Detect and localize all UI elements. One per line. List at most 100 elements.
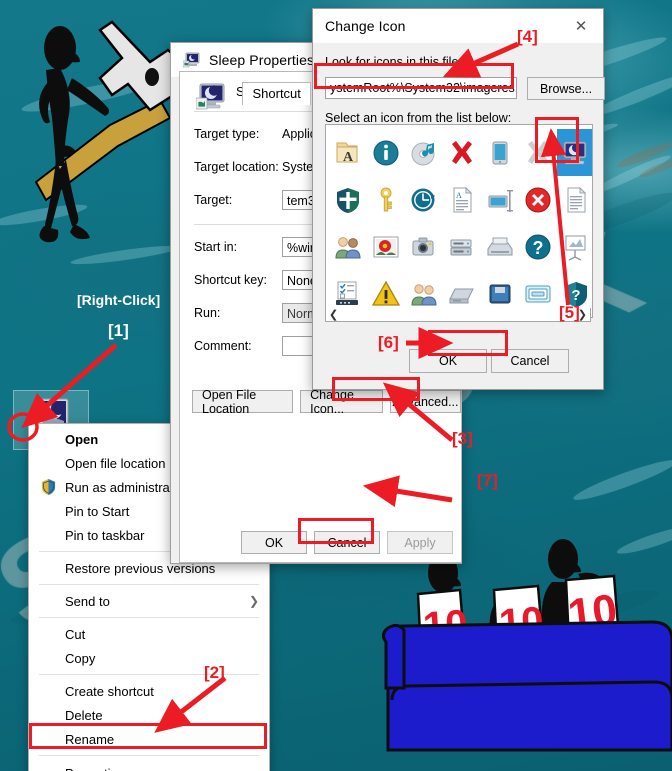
red-x-icon — [452, 140, 472, 164]
change-icon-button[interactable]: Change Icon... — [300, 388, 383, 416]
dialog-footer[interactable]: OK Cancel Apply — [241, 531, 453, 554]
icon-cell-photo-flower[interactable] — [367, 223, 405, 270]
window-layers-icon — [525, 285, 551, 302]
menu-item-label: Delete — [65, 707, 103, 723]
cancel-button[interactable]: Cancel — [314, 531, 380, 554]
icon-cell-scanner[interactable] — [481, 223, 519, 270]
apply-button[interactable]: Apply — [387, 531, 453, 554]
menu-item-cut[interactable]: Cut — [29, 622, 269, 646]
camera-icon — [412, 237, 434, 255]
menu-item-send-to[interactable]: Send to ❯ — [29, 589, 269, 613]
field-label: Target: — [194, 193, 233, 207]
monitor-sleep-icon — [563, 141, 587, 164]
users-icon — [411, 283, 437, 305]
icon-cell-grey-x[interactable] — [519, 129, 557, 176]
tab-shortcut[interactable]: Shortcut — [242, 82, 311, 105]
step-3-label: [3] — [452, 429, 473, 448]
teal-question-icon: ? — [525, 234, 551, 259]
step-7-label: [7] — [477, 471, 498, 490]
red-x-circle-icon — [525, 187, 551, 212]
icon-cell-red-x[interactable] — [443, 129, 481, 176]
info-circle-icon — [373, 140, 399, 165]
svg-text:?: ? — [571, 287, 580, 304]
chevron-left-icon[interactable]: ❮ — [329, 308, 338, 321]
step-4-label: [4] — [517, 27, 538, 46]
checklist-icon — [336, 281, 358, 305]
icon-list-scrollbar[interactable]: ❮ ❯ — [325, 308, 591, 322]
menu-item-delete[interactable]: Delete — [29, 703, 269, 727]
dialog-titlebar: Change Icon ✕ — [313, 9, 603, 43]
shortcut-monitor-icon — [183, 52, 200, 68]
folder-font-icon: A — [336, 142, 358, 165]
field-label: Target location: — [194, 160, 279, 174]
change-icon-dialog[interactable]: Change Icon ✕ Look for icons in this fil… — [312, 8, 605, 390]
menu-item-label: Open file location — [65, 455, 166, 471]
field-value: Applic — [282, 127, 317, 141]
step-2-label: [2] — [204, 663, 225, 682]
browse-button[interactable]: Browse... — [527, 77, 605, 100]
icon-list-box[interactable]: A A ? ? — [325, 124, 593, 318]
icon-cell-people[interactable] — [329, 223, 367, 270]
shortcut-monitor-icon — [196, 83, 225, 110]
document-lines-icon — [567, 186, 587, 212]
field-label: Comment: — [194, 339, 252, 353]
menu-item-rename[interactable]: Rename — [29, 727, 269, 751]
icon-cell-tablet[interactable] — [481, 129, 519, 176]
menu-item-properties[interactable]: Properties — [29, 760, 269, 771]
icon-cell-screen-presentation[interactable] — [481, 176, 519, 223]
menu-item-create-shortcut[interactable]: Create shortcut — [29, 679, 269, 703]
menu-item-copy[interactable]: Copy — [29, 646, 269, 670]
field-label: Run: — [194, 306, 221, 320]
right-click-label: [Right-Click] — [77, 292, 161, 308]
icon-cell-info[interactable] — [367, 129, 405, 176]
icon-cell-flipchart[interactable] — [557, 223, 592, 270]
step-1-label: [1] — [108, 321, 129, 340]
window-title: Sleep Properties — [209, 52, 315, 68]
icon-cell-teal-question[interactable]: ? — [519, 223, 557, 270]
open-file-location-button[interactable]: Open File Location — [192, 388, 294, 416]
shortcut-action-buttons[interactable]: Open File Location Change Icon... Advanc… — [192, 388, 461, 416]
icon-grid[interactable]: A A ? ? — [326, 125, 592, 317]
icon-cell-document-text[interactable]: A — [443, 176, 481, 223]
close-icon[interactable]: ✕ — [559, 11, 603, 41]
menu-item-label: Run as administrator — [65, 479, 185, 495]
cancel-button[interactable]: Cancel — [491, 349, 569, 373]
icon-cell-folder-font[interactable]: A — [329, 129, 367, 176]
menu-item-label: Copy — [65, 650, 96, 666]
icon-cell-monitor-sleep[interactable] — [557, 129, 592, 176]
field-label: Shortcut key: — [194, 273, 267, 287]
ok-button[interactable]: OK — [409, 349, 487, 373]
cd-music-icon — [411, 142, 435, 165]
menu-item-label: Pin to Start — [65, 503, 130, 519]
drive-icon — [449, 288, 474, 303]
step-6-label: [6] — [378, 333, 399, 352]
menu-item-label: Cut — [65, 626, 86, 642]
server-icon — [450, 239, 472, 255]
icon-cell-key[interactable] — [367, 176, 405, 223]
flipchart-icon — [565, 235, 586, 261]
menu-item-label: Pin to taskbar — [65, 527, 145, 543]
scanner-icon — [487, 237, 513, 255]
chevron-right-icon: ❯ — [248, 594, 259, 608]
menu-item-label: Send to — [65, 593, 110, 609]
icon-cell-red-x-circle[interactable] — [519, 176, 557, 223]
icon-cell-server[interactable] — [443, 223, 481, 270]
icon-cell-shield[interactable] — [329, 176, 367, 223]
icon-cell-clock-globe[interactable] — [405, 176, 443, 223]
people-icon — [335, 236, 361, 258]
clock-globe-icon — [411, 188, 435, 211]
icon-file-path-input[interactable]: ystemRoot%\System32\imageres.dll — [325, 77, 517, 99]
menu-separator — [39, 674, 259, 675]
menu-item-label: Rename — [65, 731, 115, 747]
step-5-label: [5] — [559, 303, 580, 322]
icon-cell-cd-music[interactable] — [405, 129, 443, 176]
document-text-icon: A — [453, 186, 473, 212]
ok-button[interactable]: OK — [241, 531, 307, 554]
icon-cell-document-lines[interactable] — [557, 176, 592, 223]
warning-triangle-icon — [371, 280, 401, 306]
menu-item-label: Properties — [65, 766, 124, 771]
advanced-button[interactable]: Advanced... — [389, 390, 461, 413]
grey-x-icon — [528, 140, 548, 164]
icon-cell-camera[interactable] — [405, 223, 443, 270]
menu-item-label: Create shortcut — [65, 683, 154, 699]
